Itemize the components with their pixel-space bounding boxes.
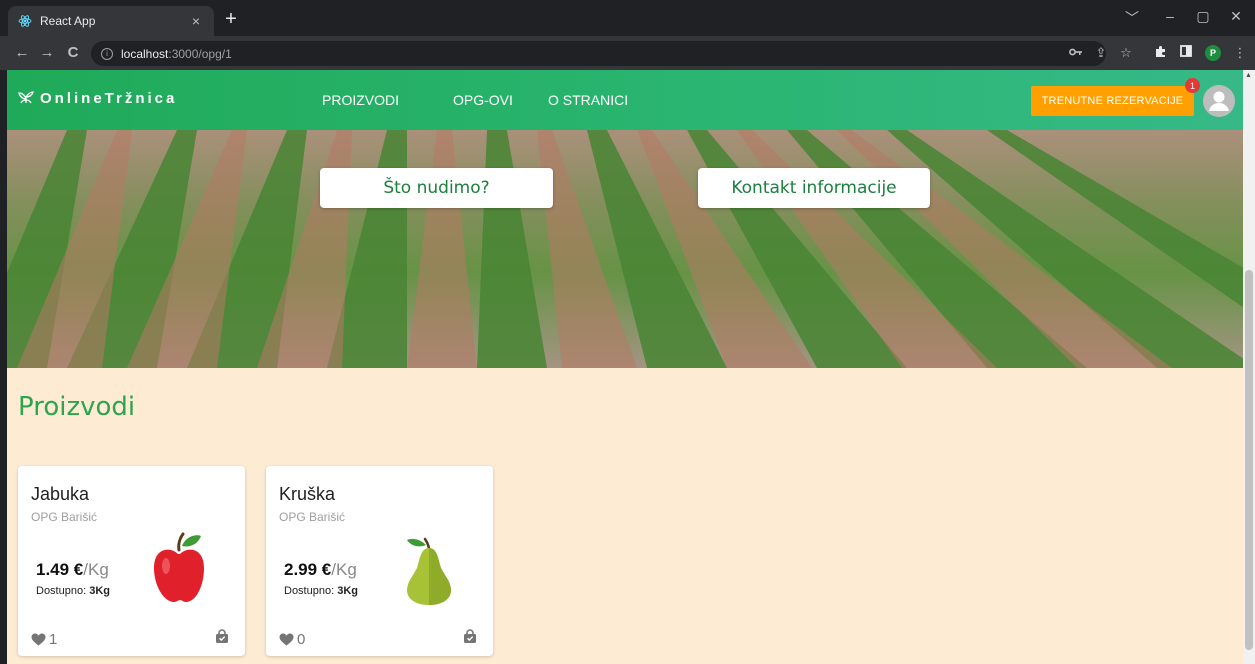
availability-value: 3Kg <box>337 585 358 597</box>
minimize-icon[interactable]: – <box>1160 8 1180 24</box>
product-card[interactable]: Kruška OPG Barišić 2.99 €/Kg Dostupno: 3… <box>266 466 493 656</box>
availability-label: Dostupno: <box>36 585 87 597</box>
url-host: localhost <box>121 46 169 61</box>
tab-search-icon[interactable]: ﹀ <box>1122 8 1142 28</box>
profile-avatar[interactable]: P <box>1205 45 1221 61</box>
likes[interactable]: 0 <box>279 631 305 648</box>
reservations-count-badge: 1 <box>1185 78 1200 93</box>
product-availability: Dostupno: 3Kg <box>36 585 110 597</box>
section-title: Proizvodi <box>18 392 136 422</box>
likes-count: 1 <box>49 631 58 648</box>
availability-value: 3Kg <box>89 585 110 597</box>
contact-info-button[interactable]: Kontakt informacije <box>698 168 930 208</box>
product-card[interactable]: Jabuka OPG Barišić 1.49 €/Kg Dostupno: 3… <box>18 466 245 656</box>
reservations-button[interactable]: TRENUTNE REZERVACIJE <box>1031 86 1194 116</box>
bookmark-star-icon[interactable]: ☆ <box>1118 45 1134 61</box>
price-value: 2.99 € <box>284 560 332 579</box>
pear-icon <box>401 536 455 611</box>
field-rows-image <box>7 130 1243 368</box>
tab-title: React App <box>40 14 96 28</box>
browser-toolbar: ← → C i localhost:3000/opg/1 ⇪ ☆ P ⋮ <box>0 36 1255 70</box>
extensions-icon[interactable] <box>1152 45 1168 62</box>
product-name: Kruška <box>279 484 336 504</box>
new-tab-button[interactable]: + <box>220 9 242 29</box>
back-icon[interactable]: ← <box>13 44 31 62</box>
sprout-icon <box>18 90 34 107</box>
heart-icon <box>279 633 294 646</box>
site-info-icon[interactable]: i <box>101 47 113 60</box>
price-unit: /Kg <box>83 560 109 579</box>
scrollbar-thumb[interactable] <box>1245 270 1253 650</box>
nav-link-proizvodi[interactable]: PROIZVODI <box>322 92 399 108</box>
page-scrollbar[interactable]: ▲ <box>1243 70 1255 664</box>
product-availability: Dostupno: 3Kg <box>284 585 358 597</box>
react-icon <box>18 14 32 28</box>
product-price: 2.99 €/Kg <box>284 560 357 580</box>
heart-icon <box>31 633 46 646</box>
browser-tab[interactable]: React App × <box>8 6 214 36</box>
product-price: 1.49 €/Kg <box>36 560 109 580</box>
share-icon[interactable]: ⇪ <box>1093 45 1109 61</box>
likes[interactable]: 1 <box>31 631 57 648</box>
app-header: OnlineTržnica PROIZVODI OPG-OVI O STRANI… <box>7 70 1243 130</box>
product-name: Jabuka <box>31 484 90 504</box>
price-value: 1.49 € <box>36 560 84 579</box>
reload-icon[interactable]: C <box>64 44 82 62</box>
hero-banner: Što nudimo? Kontakt informacije <box>7 130 1243 368</box>
key-icon[interactable] <box>1068 45 1084 61</box>
apple-icon <box>148 532 208 613</box>
maximize-icon[interactable]: ▢ <box>1193 8 1213 25</box>
product-farm: OPG Barišić <box>279 510 346 524</box>
logo-text: OnlineTržnica <box>40 90 178 107</box>
product-farm: OPG Barišić <box>31 510 98 524</box>
nav-link-opg-ovi[interactable]: OPG-OVI <box>453 92 513 108</box>
site-logo[interactable]: OnlineTržnica <box>18 90 177 107</box>
forward-icon[interactable]: → <box>38 44 56 62</box>
nav-link-o-stranici[interactable]: O STRANICI <box>548 92 628 108</box>
address-bar[interactable]: i localhost:3000/opg/1 <box>91 41 1106 66</box>
page-viewport: OnlineTržnica PROIZVODI OPG-OVI O STRANI… <box>7 70 1243 664</box>
what-we-offer-button[interactable]: Što nudimo? <box>320 168 553 208</box>
availability-label: Dostupno: <box>284 585 335 597</box>
url-path: :3000/opg/1 <box>168 46 232 61</box>
scroll-up-icon[interactable]: ▲ <box>1245 72 1252 79</box>
shopping-bag-icon[interactable] <box>463 629 477 649</box>
user-avatar-icon[interactable] <box>1203 85 1235 117</box>
menu-kebab-icon[interactable]: ⋮ <box>1232 45 1248 61</box>
price-unit: /Kg <box>331 560 357 579</box>
tab-close-icon[interactable]: × <box>188 13 204 29</box>
likes-count: 0 <box>297 631 306 648</box>
browser-tabstrip: React App × + ﹀ – ▢ ✕ <box>0 0 1255 36</box>
shopping-bag-icon[interactable] <box>215 629 229 649</box>
close-window-icon[interactable]: ✕ <box>1226 8 1246 25</box>
side-panel-icon[interactable] <box>1178 45 1194 61</box>
